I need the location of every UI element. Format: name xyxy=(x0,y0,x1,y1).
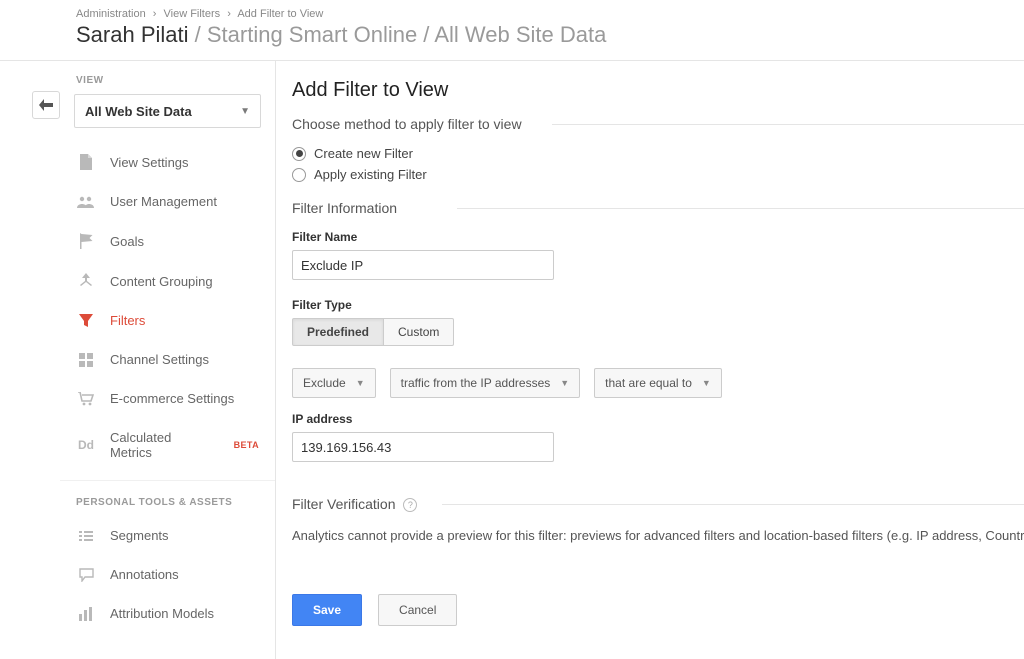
radio-icon xyxy=(292,168,306,182)
back-button[interactable] xyxy=(32,91,60,119)
chevron-down-icon: ▼ xyxy=(702,378,711,388)
header: Administration › View Filters › Add Filt… xyxy=(0,0,1024,61)
sidebar-item-label: E-commerce Settings xyxy=(110,391,234,406)
dropdown-value: traffic from the IP addresses xyxy=(401,376,551,390)
ip-address-label: IP address xyxy=(292,412,1024,426)
radio-icon xyxy=(292,147,306,161)
filter-action-dropdown[interactable]: Exclude ▼ xyxy=(292,368,376,398)
flag-icon xyxy=(76,233,96,249)
view-selector[interactable]: All Web Site Data ▼ xyxy=(74,94,261,128)
sidebar-item-label: Segments xyxy=(110,528,169,543)
sidebar-item-label: Filters xyxy=(110,313,145,328)
dd-icon: Dd xyxy=(76,438,96,452)
back-arrow-icon xyxy=(39,99,53,111)
filter-match-dropdown[interactable]: that are equal to ▼ xyxy=(594,368,722,398)
sidebar-item-label: User Management xyxy=(110,194,217,209)
sidebar-item-label: Goals xyxy=(110,234,144,249)
help-icon[interactable]: ? xyxy=(403,498,417,512)
page-icon xyxy=(76,154,96,170)
sidebar-item-filters[interactable]: Filters xyxy=(60,301,275,340)
sidebar-item-label: View Settings xyxy=(110,155,189,170)
filter-type-toggle: Predefined Custom xyxy=(292,318,1024,346)
filter-name-input[interactable] xyxy=(292,250,554,280)
chevron-down-icon: ▼ xyxy=(240,106,250,117)
filter-type-custom[interactable]: Custom xyxy=(384,318,454,346)
view-selector-value: All Web Site Data xyxy=(85,104,192,119)
beta-badge: BETA xyxy=(234,440,259,450)
radio-create-new[interactable]: Create new Filter xyxy=(292,146,1024,161)
sidebar-item-calculated-metrics[interactable]: Dd Calculated Metrics BETA xyxy=(60,418,275,472)
filter-source-dropdown[interactable]: traffic from the IP addresses ▼ xyxy=(390,368,581,398)
funnel-icon xyxy=(76,314,96,328)
dropdown-value: that are equal to xyxy=(605,376,692,390)
sidebar-item-label: Calculated Metrics xyxy=(110,430,217,460)
branch-icon xyxy=(76,273,96,289)
filter-verification-text: Analytics cannot provide a preview for t… xyxy=(292,526,1024,546)
sidebar-item-channel-settings[interactable]: Channel Settings xyxy=(60,340,275,379)
sidebar-item-content-grouping[interactable]: Content Grouping xyxy=(60,261,275,301)
radio-label: Create new Filter xyxy=(314,146,413,161)
sidebar-item-label: Annotations xyxy=(110,567,179,582)
speech-icon xyxy=(76,568,96,582)
users-icon xyxy=(76,196,96,208)
segments-icon xyxy=(76,530,96,542)
breadcrumb: Administration › View Filters › Add Filt… xyxy=(76,8,1024,20)
breadcrumb-administration[interactable]: Administration xyxy=(76,8,146,20)
bars-icon xyxy=(76,607,96,621)
chevron-down-icon: ▼ xyxy=(356,378,365,388)
filter-verification-heading: Filter Verification ? xyxy=(292,496,1024,512)
chevron-down-icon: ▼ xyxy=(560,378,569,388)
grid-icon xyxy=(76,353,96,367)
filter-info-heading: Filter Information xyxy=(292,200,1024,216)
sidebar: VIEW All Web Site Data ▼ View Settings U… xyxy=(60,61,276,659)
ip-address-input[interactable] xyxy=(292,432,554,462)
sidebar-item-user-management[interactable]: User Management xyxy=(60,182,275,221)
sidebar-item-label: Channel Settings xyxy=(110,352,209,367)
breadcrumb-view-filters[interactable]: View Filters xyxy=(164,8,221,20)
method-heading: Choose method to apply filter to view xyxy=(292,116,1024,132)
sidebar-item-goals[interactable]: Goals xyxy=(60,221,275,261)
sidebar-item-label: Attribution Models xyxy=(110,606,214,621)
page-title-path: Sarah Pilati / Starting Smart Online / A… xyxy=(76,22,1024,48)
cart-icon xyxy=(76,392,96,406)
sidebar-personal-label: PERSONAL TOOLS & ASSETS xyxy=(60,489,275,516)
radio-apply-existing[interactable]: Apply existing Filter xyxy=(292,167,1024,182)
filter-name-label: Filter Name xyxy=(292,230,1024,244)
dropdown-value: Exclude xyxy=(303,376,346,390)
filter-type-label: Filter Type xyxy=(292,298,1024,312)
sidebar-item-annotations[interactable]: Annotations xyxy=(60,555,275,594)
title-view: All Web Site Data xyxy=(434,22,606,47)
title-account: Sarah Pilati xyxy=(76,22,189,47)
filter-type-predefined[interactable]: Predefined xyxy=(292,318,384,346)
breadcrumb-current: Add Filter to View xyxy=(237,8,323,20)
content: Add Filter to View Choose method to appl… xyxy=(276,61,1024,659)
sidebar-section-label: VIEW xyxy=(60,75,275,94)
radio-label: Apply existing Filter xyxy=(314,167,427,182)
sidebar-item-label: Content Grouping xyxy=(110,274,213,289)
page-title: Add Filter to View xyxy=(292,79,1024,102)
sidebar-item-view-settings[interactable]: View Settings xyxy=(60,142,275,182)
sidebar-item-segments[interactable]: Segments xyxy=(60,516,275,555)
sidebar-item-attribution-models[interactable]: Attribution Models xyxy=(60,594,275,633)
cancel-button[interactable]: Cancel xyxy=(378,594,457,626)
save-button[interactable]: Save xyxy=(292,594,362,626)
title-property: Starting Smart Online xyxy=(207,22,417,47)
sidebar-item-ecommerce-settings[interactable]: E-commerce Settings xyxy=(60,379,275,418)
